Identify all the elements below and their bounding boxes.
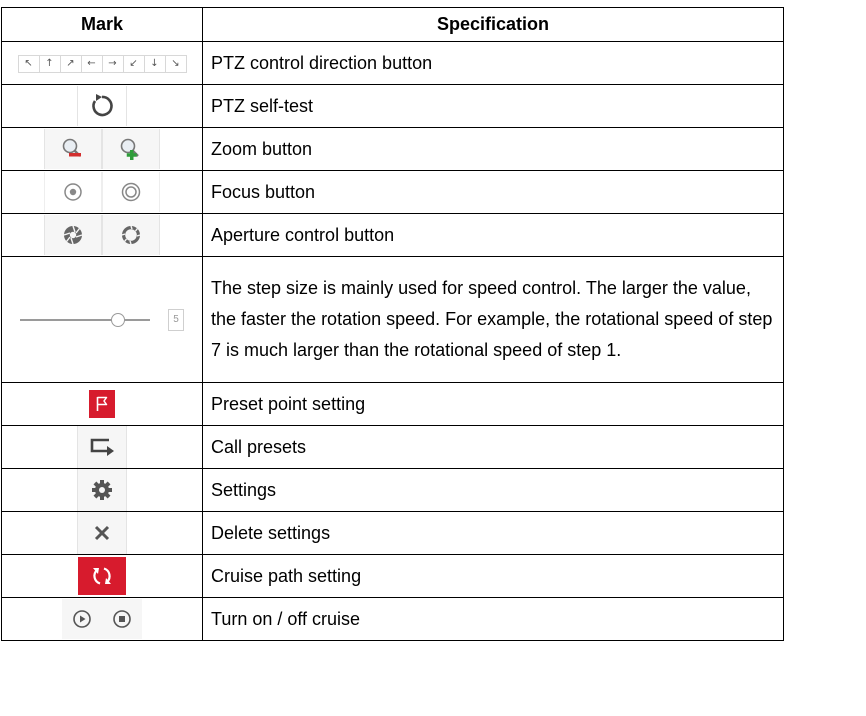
table-row: ↖ ↑ ↗ ← → ↙ ↓ ↘ PTZ control direction button (1, 41, 784, 85)
slider-track[interactable] (20, 313, 150, 327)
ptz-direction-buttons[interactable]: ↖ ↑ ↗ ← → ↙ ↓ ↘ (17, 55, 187, 73)
table-row: Settings (1, 468, 784, 512)
delete-x-icon[interactable] (77, 512, 127, 554)
table-row: 5 The step size is mainly used for speed… (1, 256, 784, 383)
mark-column-header: Mark (1, 7, 203, 42)
preset-flag-icon[interactable] (89, 390, 115, 418)
spec-cell: Delete settings (202, 511, 784, 555)
spec-cell: Call presets (202, 425, 784, 469)
settings-gear-icon[interactable] (77, 469, 127, 511)
ptz-direction-button[interactable]: ↑ (40, 56, 61, 72)
cruise-path-icon[interactable] (78, 557, 126, 595)
mark-cell (1, 382, 203, 426)
mark-cell (1, 597, 203, 641)
ptz-direction-button[interactable]: ← (82, 56, 103, 72)
ptz-direction-button[interactable]: ↙ (124, 56, 145, 72)
mark-cell (1, 213, 203, 257)
mark-cell: ↖ ↑ ↗ ← → ↙ ↓ ↘ (1, 41, 203, 85)
cruise-play-icon[interactable] (62, 599, 102, 639)
cruise-stop-icon[interactable] (102, 599, 142, 639)
ptz-direction-button[interactable]: ↓ (145, 56, 166, 72)
zoom-out-icon[interactable] (44, 129, 102, 169)
mark-cell (1, 425, 203, 469)
mark-cell (1, 511, 203, 555)
table-row: Turn on / off cruise (1, 597, 784, 641)
mark-cell (1, 127, 203, 171)
spec-cell: Settings (202, 468, 784, 512)
focus-far-icon[interactable] (102, 172, 160, 212)
mark-cell (1, 170, 203, 214)
table-row: Aperture control button (1, 213, 784, 257)
table-row: Delete settings (1, 511, 784, 555)
slider-handle[interactable] (110, 313, 125, 327)
table-row: PTZ self-test (1, 84, 784, 128)
spec-cell: PTZ control direction button (202, 41, 784, 85)
mark-cell (1, 554, 203, 598)
spec-cell: Focus button (202, 170, 784, 214)
table-row: Zoom button (1, 127, 784, 171)
slider-value-box[interactable]: 5 (168, 309, 184, 331)
table-row: Preset point setting (1, 382, 784, 426)
table-header-row: Mark Specification (1, 7, 784, 42)
ptz-direction-button[interactable]: → (103, 56, 124, 72)
ptz-direction-button[interactable]: ↖ (19, 56, 40, 72)
spec-cell: Zoom button (202, 127, 784, 171)
table-row: Call presets (1, 425, 784, 469)
spec-column-header: Specification (202, 7, 784, 42)
spec-cell: Aperture control button (202, 213, 784, 257)
ptz-direction-button[interactable]: ↗ (61, 56, 82, 72)
zoom-in-icon[interactable] (102, 129, 160, 169)
table-row: Cruise path setting (1, 554, 784, 598)
spec-cell: The step size is mainly used for speed c… (202, 256, 784, 383)
step-size-slider[interactable]: 5 (20, 309, 184, 331)
table-row: Focus button (1, 170, 784, 214)
aperture-open-icon[interactable] (102, 215, 160, 255)
call-preset-icon[interactable] (77, 426, 127, 468)
mark-cell (1, 84, 203, 128)
ptz-marks-table: Mark Specification ↖ ↑ ↗ ← → ↙ ↓ ↘ PTZ control … (1, 7, 784, 641)
spec-cell: Cruise path setting (202, 554, 784, 598)
spec-cell: PTZ self-test (202, 84, 784, 128)
spec-cell: Preset point setting (202, 382, 784, 426)
spec-cell: Turn on / off cruise (202, 597, 784, 641)
mark-cell (1, 468, 203, 512)
ptz-direction-button[interactable]: ↘ (166, 56, 186, 72)
aperture-close-icon[interactable] (44, 215, 102, 255)
mark-cell: 5 (1, 256, 203, 383)
self-test-refresh-icon[interactable] (77, 86, 127, 126)
focus-near-icon[interactable] (44, 172, 102, 212)
